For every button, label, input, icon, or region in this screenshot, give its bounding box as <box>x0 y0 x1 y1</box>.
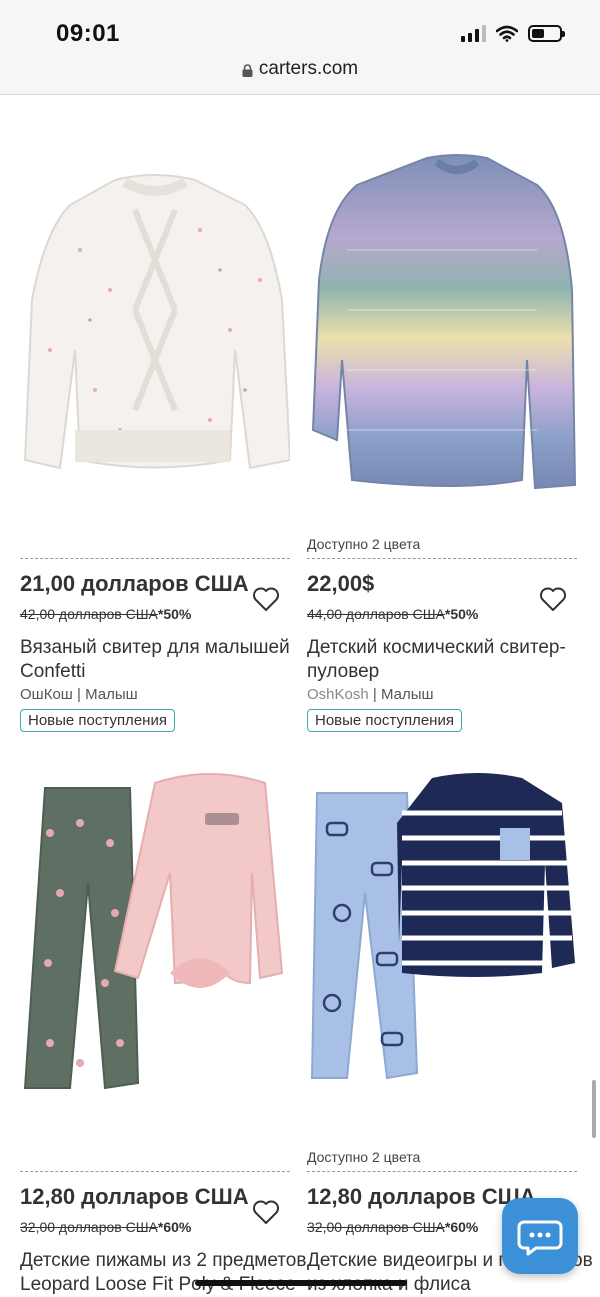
scrollbar[interactable] <box>592 1080 596 1138</box>
product-card[interactable]: 21,00 долларов США 42,00 долларов США*50… <box>20 130 292 732</box>
product-card[interactable]: 12,80 долларов США 32,00 долларов США*60… <box>20 743 306 1295</box>
product-image[interactable] <box>20 743 290 1123</box>
favorite-heart-icon[interactable] <box>252 1199 280 1225</box>
product-old-price: 32,00 долларов США*60% <box>307 1219 479 1235</box>
address-bar[interactable]: carters.com <box>0 58 600 80</box>
card-divider <box>20 558 290 559</box>
product-brand: ОшКош | Малыш <box>20 686 138 703</box>
product-name[interactable]: Детский космический свитер-пуловер <box>307 636 597 684</box>
chat-button[interactable] <box>502 1198 578 1274</box>
lock-icon <box>242 63 253 77</box>
product-image[interactable] <box>307 130 577 510</box>
status-icons <box>461 24 565 42</box>
product-old-price: 32,00 долларов США*60% <box>20 1219 192 1235</box>
wifi-icon <box>496 25 518 42</box>
battery-icon <box>528 24 565 42</box>
card-divider <box>307 1171 577 1172</box>
product-brand: OshKosh | Малыш <box>307 686 434 703</box>
card-divider <box>20 1171 290 1172</box>
product-image[interactable] <box>307 743 577 1123</box>
product-image[interactable] <box>20 130 292 510</box>
favorite-heart-icon[interactable] <box>252 586 280 612</box>
product-name[interactable]: Вязаный свитер для малышей Confetti <box>20 636 310 684</box>
product-price: 21,00 долларов США <box>20 571 249 596</box>
product-card[interactable]: Доступно 2 цвета 12,80 долларов США 32,0… <box>307 743 593 1295</box>
new-arrival-badge: Новые поступления <box>20 709 175 732</box>
product-price: 12,80 долларов США <box>20 1184 249 1209</box>
product-old-price: 42,00 долларов США*50% <box>20 606 192 622</box>
browser-top-bar: 09:01 carters.com <box>0 0 600 95</box>
colors-available: Доступно 2 цвета <box>307 536 421 552</box>
status-time: 09:01 <box>56 20 120 47</box>
new-arrival-badge: Новые поступления <box>307 709 462 732</box>
cellular-signal-icon <box>461 24 486 42</box>
colors-available: Доступно 2 цвета <box>307 1149 421 1165</box>
url-text: carters.com <box>258 58 359 79</box>
card-divider <box>307 558 577 559</box>
product-card[interactable]: Доступно 2 цвета 22,00$ 44,00 долларов С… <box>307 130 577 732</box>
favorite-heart-icon[interactable] <box>539 586 567 612</box>
chat-bubble-icon <box>517 1220 563 1256</box>
product-name[interactable]: Детские пижамы из 2 предметов Leopard Lo… <box>20 1249 310 1297</box>
home-indicator[interactable] <box>195 1280 407 1286</box>
product-old-price: 44,00 долларов США*50% <box>307 606 479 622</box>
product-price: 22,00$ <box>307 571 375 596</box>
